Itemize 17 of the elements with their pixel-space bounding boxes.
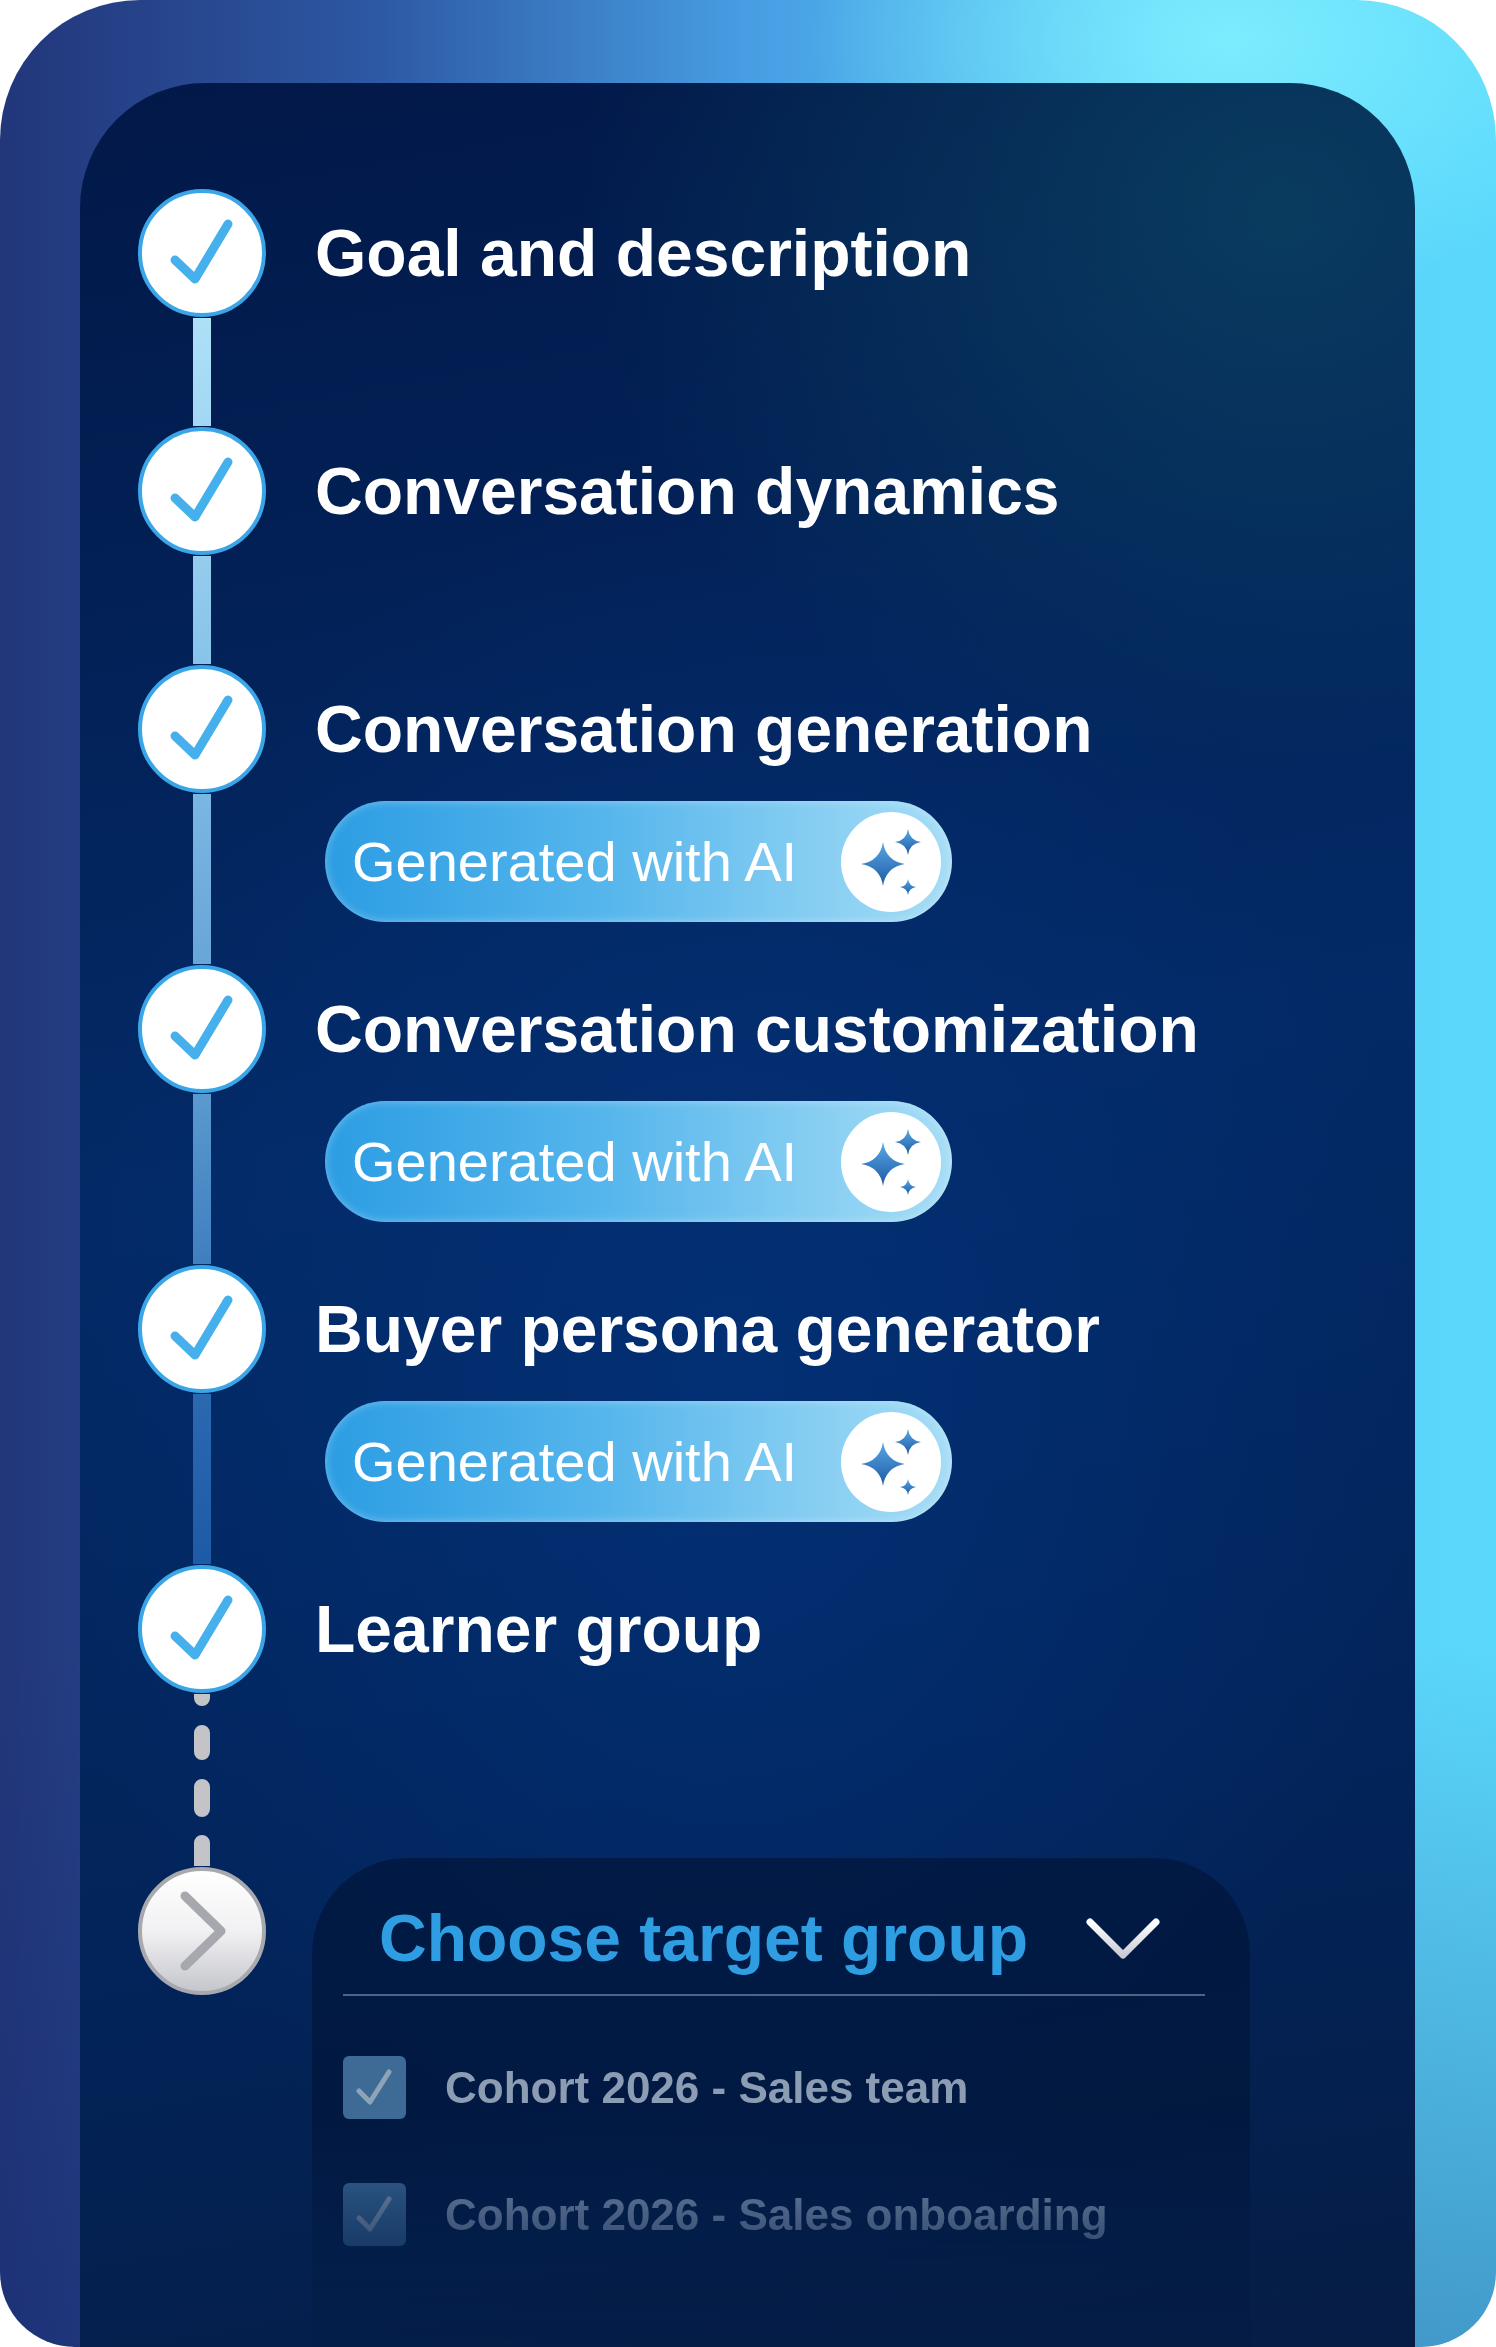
option-label: Cohort 2026 - Sales onboarding — [445, 2189, 1108, 2240]
step-title: Conversation dynamics — [315, 453, 1061, 530]
sparkle-icon — [841, 811, 941, 912]
generated-label: Generated with AI — [352, 1429, 798, 1494]
generated-label: Generated with AI — [352, 1129, 798, 1194]
step-title: Buyer persona generator — [315, 1291, 1101, 1368]
dropdown-toggle[interactable]: Choose target group — [379, 1898, 1160, 1978]
sparkle-icon — [841, 1111, 941, 1212]
step-title: Conversation generation — [315, 691, 1094, 768]
step-title: Goal and description — [315, 215, 973, 292]
generated-label: Generated with AI — [352, 829, 798, 894]
sparkle-icon — [841, 1411, 941, 1512]
step-title: Learner group — [315, 1591, 764, 1668]
checkbox[interactable] — [343, 2056, 406, 2119]
step-title: Conversation customization — [315, 991, 1200, 1068]
checkbox[interactable] — [343, 2183, 406, 2246]
option-label: Cohort 2026 - Sales team — [445, 2062, 969, 2113]
